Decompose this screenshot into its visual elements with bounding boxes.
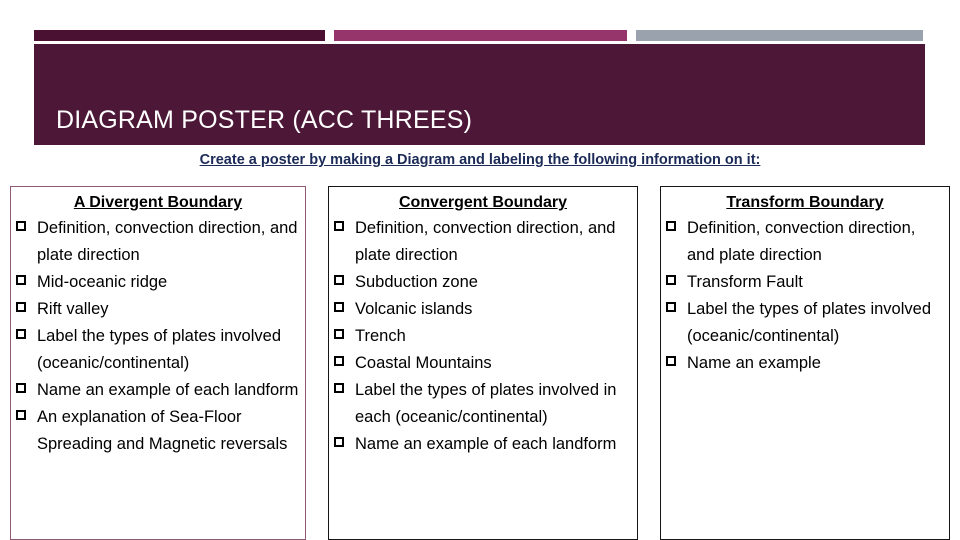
checkbox-square-icon	[16, 269, 26, 294]
list-item: Rift valley	[15, 296, 301, 323]
list-item: Transform Fault	[665, 269, 945, 296]
list-item-label: Definition, convection direction, and pl…	[355, 219, 616, 265]
columns-container: A Divergent Boundary Definition, convect…	[0, 186, 960, 540]
list-item-label: An explanation of Sea-Floor Spreading an…	[37, 408, 288, 454]
checkbox-square-icon	[16, 323, 26, 348]
accent-bar-pink	[334, 30, 627, 41]
checkbox-square-icon	[334, 350, 344, 375]
list-item-label: Subduction zone	[355, 273, 478, 292]
checkbox-square-icon	[334, 296, 344, 321]
checkbox-square-icon	[334, 215, 344, 240]
list-item-label: Label the types of plates involved in ea…	[355, 381, 617, 427]
list-item: Definition, convection direction, and pl…	[665, 215, 945, 269]
list-item: Volcanic islands	[333, 296, 633, 323]
list-item: An explanation of Sea-Floor Spreading an…	[15, 404, 301, 458]
list-item: Trench	[333, 323, 633, 350]
list-item-label: Definition, convection direction, and pl…	[687, 219, 916, 265]
checkbox-square-icon	[334, 431, 344, 456]
checkbox-square-icon	[334, 377, 344, 402]
column-heading: A Divergent Boundary	[73, 194, 243, 211]
list-item: Mid-oceanic ridge	[15, 269, 301, 296]
list-item-label: Rift valley	[37, 300, 109, 319]
list-item: Name an example of each landform	[333, 431, 633, 458]
checkbox-square-icon	[334, 323, 344, 348]
list-item-label: Volcanic islands	[355, 300, 473, 319]
column-convergent-boundary: Convergent Boundary Definition, convecti…	[328, 186, 638, 540]
checklist-convergent: Definition, convection direction, and pl…	[333, 215, 633, 458]
list-item: Label the types of plates involved in ea…	[333, 377, 633, 431]
list-item-label: Mid-oceanic ridge	[37, 273, 168, 292]
list-item: Name an example of each landform	[15, 377, 301, 404]
list-item-label: Name an example of each landform	[37, 381, 299, 400]
list-item-label: Transform Fault	[687, 273, 803, 292]
column-heading: Transform Boundary	[726, 194, 884, 211]
column-divergent-boundary: A Divergent Boundary Definition, convect…	[10, 186, 306, 540]
list-item: Subduction zone	[333, 269, 633, 296]
list-item: Label the types of plates involved (ocea…	[665, 296, 945, 350]
list-item-label: Coastal Mountains	[355, 354, 492, 373]
checkbox-square-icon	[16, 404, 26, 429]
checkbox-square-icon	[16, 296, 26, 321]
checkbox-square-icon	[666, 296, 676, 321]
list-item-label: Name an example of each landform	[355, 435, 617, 454]
list-item-label: Label the types of plates involved (ocea…	[687, 300, 931, 346]
column-heading: Convergent Boundary	[398, 194, 567, 211]
list-item-label: Name an example	[687, 354, 821, 373]
list-item-label: Definition, convection direction, and pl…	[37, 219, 298, 265]
checkbox-square-icon	[666, 215, 676, 240]
list-item-label: Label the types of plates involved (ocea…	[37, 327, 281, 373]
page-title: DIAGRAM POSTER (ACC THREES)	[56, 106, 473, 134]
list-item-label: Trench	[355, 327, 406, 346]
slide-root: { "theme": { "bar_dark": "#4a1132", "bar…	[0, 0, 960, 540]
list-item: Name an example	[665, 350, 945, 377]
column-transform-boundary: Transform Boundary Definition, convectio…	[660, 186, 950, 540]
list-item: Definition, convection direction, and pl…	[333, 215, 633, 269]
checkbox-square-icon	[666, 269, 676, 294]
checkbox-square-icon	[16, 215, 26, 240]
list-item: Coastal Mountains	[333, 350, 633, 377]
checklist-transform: Definition, convection direction, and pl…	[665, 215, 945, 377]
checklist-divergent: Definition, convection direction, and pl…	[15, 215, 301, 458]
title-band: DIAGRAM POSTER (ACC THREES)	[34, 44, 925, 145]
list-item: Label the types of plates involved (ocea…	[15, 323, 301, 377]
instruction-line: Create a poster by making a Diagram and …	[199, 152, 761, 168]
checkbox-square-icon	[16, 377, 26, 402]
checkbox-square-icon	[334, 269, 344, 294]
list-item: Definition, convection direction, and pl…	[15, 215, 301, 269]
accent-bar-gray	[636, 30, 923, 41]
accent-bar-dark	[34, 30, 325, 41]
checkbox-square-icon	[666, 350, 676, 375]
